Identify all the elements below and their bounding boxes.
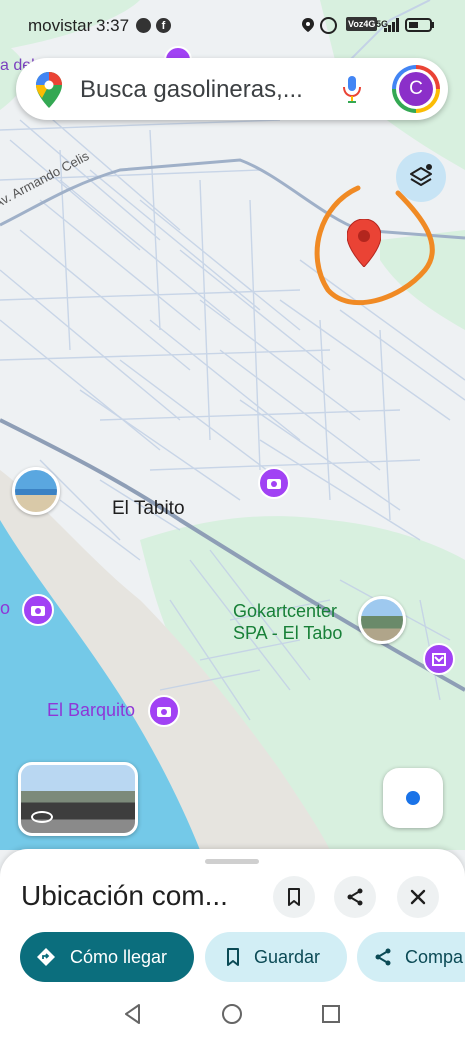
messenger-icon <box>136 18 151 33</box>
status-bar: movistar 3:37 f Voz4G 5G <box>0 0 465 52</box>
rotate-360-icon <box>31 811 53 823</box>
share-icon <box>375 948 391 966</box>
directions-button[interactable]: Cómo llegar <box>20 932 194 982</box>
home-icon[interactable] <box>221 1003 243 1025</box>
back-icon[interactable] <box>122 1003 144 1025</box>
share-icon-button[interactable] <box>334 876 376 918</box>
hotspot-icon <box>320 17 337 34</box>
share-icon <box>347 888 363 906</box>
location-icon <box>302 18 314 32</box>
recents-icon[interactable] <box>320 1003 342 1025</box>
beach-photo-thumb[interactable] <box>12 467 60 515</box>
bookmark-icon <box>227 948 239 966</box>
drag-handle[interactable] <box>205 859 259 864</box>
maps-logo-icon <box>36 72 62 108</box>
my-location-button[interactable] <box>383 768 443 828</box>
bookmark-icon <box>288 888 300 906</box>
layers-icon <box>410 164 432 186</box>
close-icon <box>410 889 426 905</box>
system-nav-bar <box>0 990 465 1039</box>
facebook-icon: f <box>156 18 171 33</box>
battery-icon <box>405 18 434 32</box>
location-pin-icon[interactable] <box>346 218 382 268</box>
camera-poi-icon[interactable] <box>148 695 180 727</box>
volte-badge: Voz4G <box>346 17 378 31</box>
close-button[interactable] <box>397 876 439 918</box>
clock: 3:37 <box>96 16 130 35</box>
save-button[interactable]: Guardar <box>205 932 347 982</box>
museum-poi-icon[interactable] <box>423 643 455 675</box>
search-input[interactable]: Busca gasolineras,... <box>80 76 303 104</box>
place-label-left: o <box>0 598 11 618</box>
save-label: Guardar <box>254 947 321 967</box>
signal-icon <box>384 18 400 32</box>
layers-button[interactable] <box>396 152 446 202</box>
street-view-thumbnail[interactable] <box>18 762 138 836</box>
directions-icon <box>37 948 55 966</box>
place-title: Ubicación com... <box>21 880 228 911</box>
place-label-gokart[interactable]: Gokartcenter SPA - El Tabo <box>233 600 342 644</box>
place-label-el-tabito[interactable]: El Tabito <box>112 498 185 520</box>
camera-poi-icon[interactable] <box>258 467 290 499</box>
directions-label: Cómo llegar <box>70 947 168 967</box>
avatar-initial: C <box>399 72 433 106</box>
location-dot-icon <box>406 791 420 805</box>
account-avatar[interactable]: C <box>392 65 440 113</box>
share-button[interactable]: Compa <box>357 932 465 982</box>
microphone-icon[interactable] <box>342 75 362 103</box>
camera-poi-icon[interactable] <box>22 594 54 626</box>
save-icon-button[interactable] <box>273 876 315 918</box>
gokart-photo-thumb[interactable] <box>358 596 406 644</box>
search-bar[interactable]: Busca gasolineras,... C <box>16 58 448 120</box>
carrier-label: movistar <box>28 16 93 35</box>
share-label: Compa <box>405 947 464 967</box>
place-label-el-barquito[interactable]: El Barquito <box>47 700 135 721</box>
